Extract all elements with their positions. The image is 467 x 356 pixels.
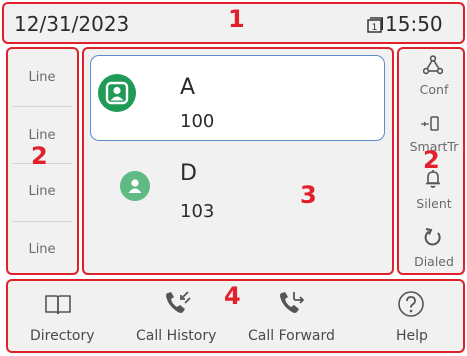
calendar-day: 1 (372, 23, 378, 33)
softkey-label: Silent (416, 196, 452, 211)
line-key-label: Line (28, 241, 56, 257)
call-forward-label: Call Forward (248, 328, 335, 344)
softkey-conf[interactable]: Conf (399, 49, 465, 105)
call-history-label: Call History (136, 328, 217, 344)
directory-button[interactable]: Directory (12, 281, 112, 351)
date-label: 12/31/2023 (14, 12, 130, 36)
call-history-button[interactable]: Call History (126, 281, 238, 351)
contact-name: D (180, 161, 197, 186)
contact-list: A 100 D 103 (82, 47, 394, 275)
directory-label: Directory (30, 328, 95, 344)
help-icon (398, 291, 424, 317)
clock-label: 15:50 (385, 12, 443, 36)
calendar-icon: 1 (367, 17, 383, 33)
softkey-label: Dialed (414, 254, 454, 269)
line-key-label: Line (28, 69, 56, 85)
softkey-dialed[interactable]: Dialed (399, 221, 465, 277)
annotation-number-2-left: 2 (31, 142, 48, 170)
book-icon (45, 295, 71, 315)
help-button[interactable]: Help (368, 281, 458, 351)
contact-extension: 100 (180, 111, 215, 132)
redial-icon (424, 228, 441, 246)
annotation-number-3: 3 (300, 181, 317, 209)
line-key-4[interactable]: Line (8, 221, 76, 277)
line-key-3[interactable]: Line (8, 163, 76, 219)
help-label: Help (396, 328, 428, 344)
annotation-number-4: 4 (224, 282, 241, 310)
contact-avatar-icon (98, 74, 136, 112)
annotation-number-1: 1 (228, 5, 245, 33)
softkey-label: Conf (419, 82, 449, 97)
call-forward-icon (280, 292, 305, 313)
smart-transfer-icon (421, 116, 439, 131)
annotation-number-2-right: 2 (423, 146, 440, 174)
line-key-label: Line (28, 127, 56, 143)
call-forward-button[interactable]: Call Forward (242, 281, 354, 351)
contact-avatar-icon (120, 171, 150, 201)
line-key-1[interactable]: Line (8, 49, 76, 105)
contact-name: A (180, 75, 196, 100)
line-key-label: Line (28, 183, 56, 199)
conference-icon (423, 55, 443, 75)
contact-extension: 103 (180, 201, 215, 222)
call-history-icon (166, 291, 191, 313)
